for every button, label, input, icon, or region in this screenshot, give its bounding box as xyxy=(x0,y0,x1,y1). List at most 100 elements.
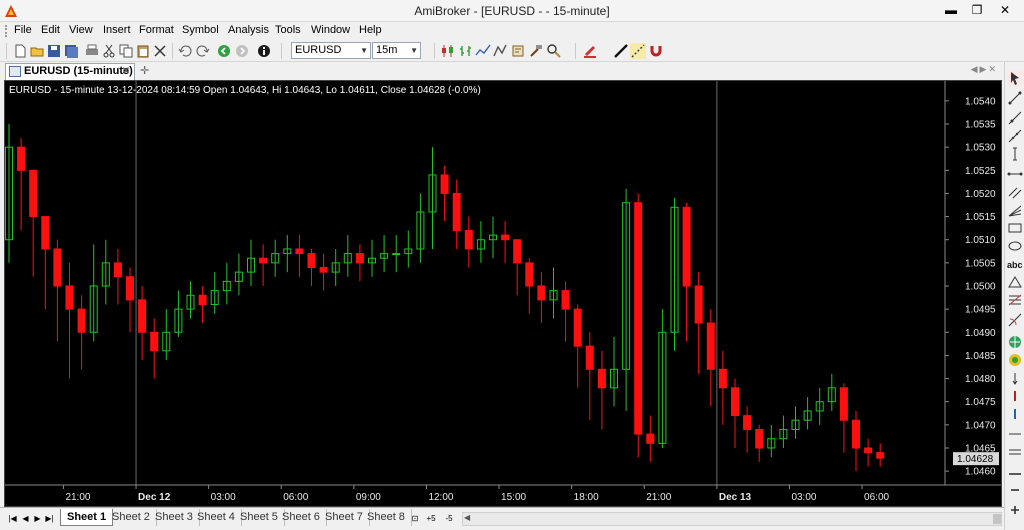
fan-lines-icon[interactable] xyxy=(1007,202,1023,218)
underline-tool-icon[interactable] xyxy=(1007,462,1023,478)
candle xyxy=(622,188,631,411)
open-folder-icon[interactable] xyxy=(29,43,45,59)
dotted-line-icon[interactable] xyxy=(630,43,646,59)
menu-window[interactable]: Window xyxy=(311,24,350,36)
ray-icon[interactable] xyxy=(1007,110,1023,126)
sheet-plus-five-button[interactable]: +5 xyxy=(423,512,439,526)
candle xyxy=(743,406,752,453)
horizontal-line-icon[interactable] xyxy=(1007,166,1023,182)
magnet-icon[interactable] xyxy=(648,43,664,59)
ellipse-icon[interactable] xyxy=(1007,238,1023,254)
candle-body xyxy=(573,308,582,347)
horizontal-scrollbar[interactable]: ◀ xyxy=(462,512,1002,526)
menu-tools[interactable]: Tools xyxy=(275,24,301,36)
forward-arrow-icon[interactable] xyxy=(234,43,250,59)
menu-format[interactable]: Format xyxy=(139,24,174,36)
title-bar: AmiBroker - [EURUSD - - 15-minute] ▬ ❐ ✕ xyxy=(0,0,1024,22)
horizontal-ray-icon[interactable] xyxy=(1007,426,1023,442)
candle xyxy=(852,410,860,472)
save-all-icon[interactable] xyxy=(63,43,79,59)
interval-select[interactable]: 15m ▼ xyxy=(372,42,421,59)
copy-icon[interactable] xyxy=(118,43,134,59)
restore-button[interactable]: ❐ xyxy=(966,1,988,19)
scrollbar-thumb[interactable] xyxy=(993,514,1001,524)
symbol-select[interactable]: EURUSD ▼ xyxy=(291,42,371,59)
window-title: AmiBroker - [EURUSD - - 15-minute] xyxy=(414,4,610,18)
candle xyxy=(501,221,510,263)
minus-zoom-icon[interactable] xyxy=(1007,482,1023,498)
fib-arc-icon[interactable] xyxy=(1007,312,1023,328)
arrow-marker-icon[interactable] xyxy=(1007,370,1023,386)
menu-file[interactable]: File xyxy=(14,24,32,36)
x-tick-label: 15:00 xyxy=(501,492,526,503)
zoom-icon[interactable] xyxy=(546,43,562,59)
vertical-line-icon[interactable] xyxy=(1007,146,1023,162)
back-arrow-icon[interactable] xyxy=(216,43,232,59)
paste-icon[interactable] xyxy=(135,43,151,59)
candle-body xyxy=(452,192,461,231)
channel-icon[interactable] xyxy=(1007,444,1023,460)
next-sheet-icon[interactable]: ▶ xyxy=(32,512,43,526)
text-tool-icon[interactable]: abc xyxy=(1007,256,1023,272)
cycle-tool-icon[interactable] xyxy=(1007,352,1023,368)
delete-icon[interactable] xyxy=(152,43,168,59)
candlestick-chart[interactable]: 1.0540 1.0535 1.0530 1.0525 1.0520 1.0515 1.05… xyxy=(5,81,1001,506)
menu-view[interactable]: View xyxy=(69,24,93,36)
plus-zoom-icon[interactable] xyxy=(1007,502,1023,518)
first-sheet-icon[interactable]: |◀ xyxy=(7,512,18,526)
candle xyxy=(767,424,776,458)
menu-symbol[interactable]: Symbol xyxy=(182,24,219,36)
sell-marker-icon[interactable] xyxy=(1007,388,1023,404)
fibonacci-icon[interactable] xyxy=(1007,292,1023,308)
y-tick-label: 1.0480 xyxy=(965,374,996,385)
cut-icon[interactable] xyxy=(101,43,117,59)
formula-icon[interactable] xyxy=(510,43,526,59)
prev-sheet-icon[interactable]: ◀ xyxy=(20,512,31,526)
line-style-icon[interactable] xyxy=(475,43,491,59)
candle-style-icon[interactable] xyxy=(440,43,456,59)
draw-line-icon[interactable] xyxy=(613,43,629,59)
candle xyxy=(101,239,110,305)
candle-body xyxy=(138,299,147,333)
menu-help[interactable]: Help xyxy=(359,24,382,36)
sheet-minus-five-button[interactable]: -5 xyxy=(441,512,457,526)
candle xyxy=(585,332,594,421)
new-tab-icon[interactable]: ✛ xyxy=(140,64,149,77)
pencil-color-icon[interactable] xyxy=(582,43,598,59)
trendline-icon[interactable] xyxy=(1007,90,1023,106)
select-arrow-icon[interactable] xyxy=(1007,70,1023,86)
indicator-icon[interactable] xyxy=(492,43,508,59)
close-tab-icon[interactable]: ✕ xyxy=(122,64,130,79)
chart-document-tab[interactable]: EURUSD (15-minute) ✕ xyxy=(5,63,135,80)
buy-marker-icon[interactable] xyxy=(1007,406,1023,422)
candle xyxy=(29,169,38,277)
scroll-left-icon[interactable]: ◀ xyxy=(464,513,470,522)
print-icon[interactable] xyxy=(84,43,100,59)
candle xyxy=(307,248,316,286)
close-button[interactable]: ✕ xyxy=(994,1,1016,19)
info-icon[interactable] xyxy=(256,43,272,59)
new-file-icon[interactable] xyxy=(12,43,28,59)
redo-icon[interactable] xyxy=(195,43,211,59)
candle xyxy=(634,193,643,458)
candle xyxy=(452,179,461,249)
undo-icon[interactable] xyxy=(177,43,193,59)
menu-edit[interactable]: Edit xyxy=(41,24,60,36)
parallel-lines-icon[interactable] xyxy=(1007,184,1023,200)
hammer-icon[interactable] xyxy=(528,43,544,59)
globe-tool-icon[interactable] xyxy=(1007,334,1023,350)
lock-sheet-icon[interactable]: ⊡ xyxy=(409,512,421,526)
sheet-tab-8[interactable]: Sheet 8 xyxy=(361,509,412,526)
extended-line-icon[interactable] xyxy=(1007,128,1023,144)
price-chart-pane[interactable]: 1.0540 1.0535 1.0530 1.0525 1.0520 1.0515 1.05… xyxy=(4,80,1002,507)
rectangle-icon[interactable] xyxy=(1007,220,1023,236)
minimize-button[interactable]: ▬ xyxy=(940,1,962,19)
triangle-icon[interactable] xyxy=(1007,274,1023,290)
last-sheet-icon[interactable]: ▶| xyxy=(44,512,55,526)
save-icon[interactable] xyxy=(46,43,62,59)
menu-insert[interactable]: Insert xyxy=(103,24,131,36)
candle xyxy=(682,202,691,342)
menu-analysis[interactable]: Analysis xyxy=(228,24,269,36)
bar-style-icon[interactable] xyxy=(458,43,474,59)
tab-scroll-icon[interactable]: ◀▶✕ xyxy=(971,64,998,75)
